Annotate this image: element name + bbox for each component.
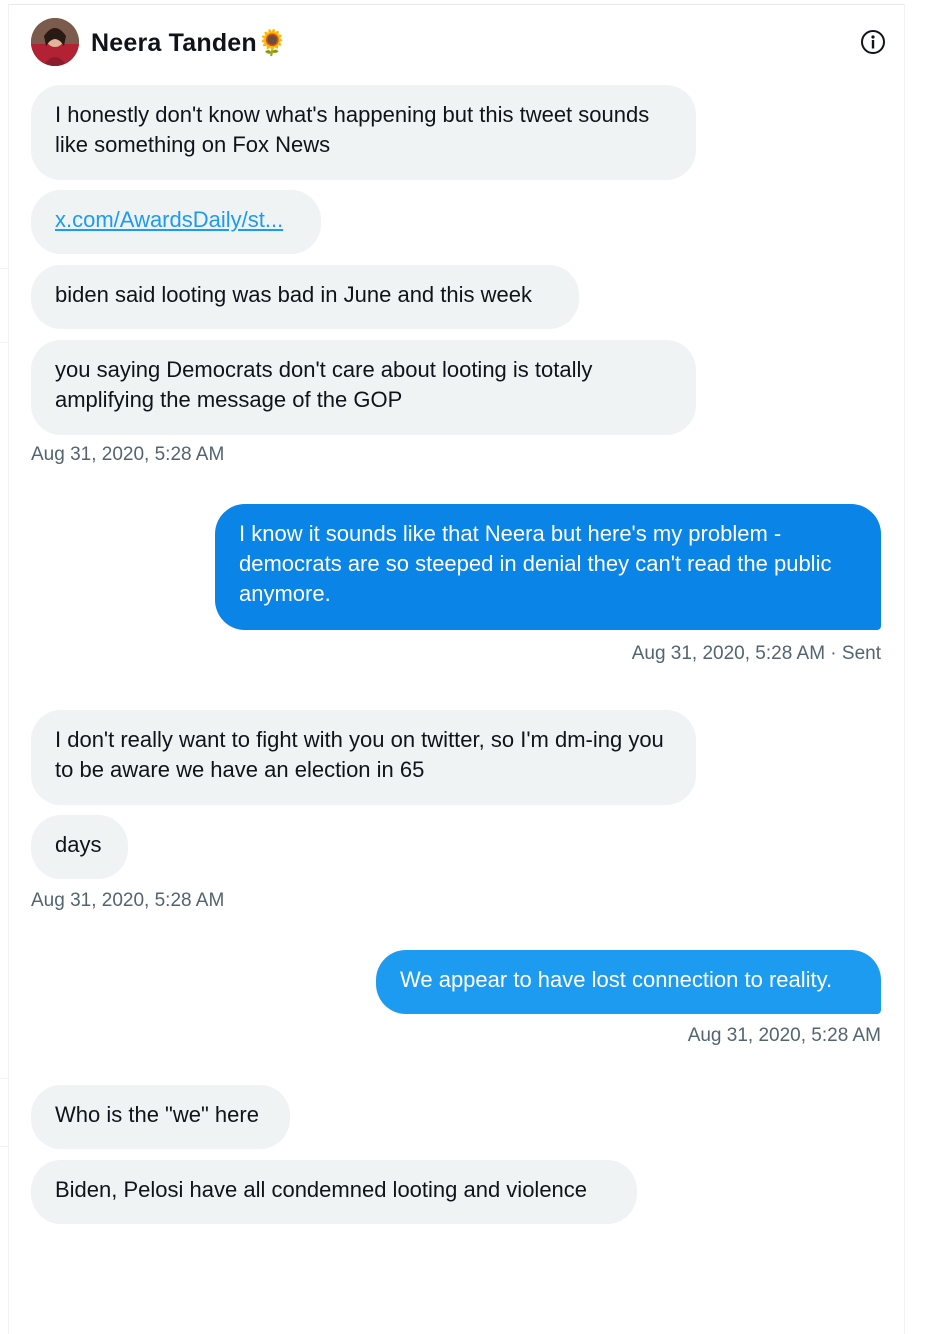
message-bubble-outgoing[interactable]: We appear to have lost connection to rea… [376,950,881,1014]
message-timestamp: Aug 31, 2020, 5:28 AM [687,1025,881,1046]
avatar[interactable] [31,18,79,66]
message-bubble-incoming[interactable]: Who is the "we" here [31,1085,290,1149]
sunflower-icon: 🌻 [256,29,289,57]
message-text: We appear to have lost connection to rea… [400,967,833,992]
message-text: you saying Democrats don't care about lo… [55,357,593,412]
message-bubble-incoming[interactable]: days [31,815,128,879]
conversation-header: Neera Tanden🌻 [31,18,886,70]
message-text: biden said looting was bad in June and t… [55,282,532,307]
message-bubble-outgoing[interactable]: I know it sounds like that Neera but her… [215,504,881,630]
divider [0,1078,8,1079]
divider [0,342,8,343]
message-text: days [55,832,102,857]
message-bubble-incoming[interactable]: you saying Democrats don't care about lo… [31,340,696,435]
divider [0,1146,8,1147]
contact-name[interactable]: Neera Tanden🌻 [91,29,288,58]
message-text: Biden, Pelosi have all condemned looting… [55,1177,588,1202]
message-timestamp: Aug 31, 2020, 5:28 AM [31,890,225,911]
message-link[interactable]: x.com/AwardsDaily/st... [55,207,283,232]
message-timestamp: Aug 31, 2020, 5:28 AM [31,444,225,465]
message-text: I honestly don't know what's happening b… [55,102,650,157]
message-bubble-incoming[interactable]: I honestly don't know what's happening b… [31,85,696,180]
message-text: I know it sounds like that Neera but her… [239,521,832,606]
message-bubble-incoming[interactable]: Biden, Pelosi have all condemned looting… [31,1160,637,1224]
message-bubble-incoming[interactable]: biden said looting was bad in June and t… [31,265,579,329]
message-text: I don't really want to fight with you on… [55,727,664,782]
info-circle-icon[interactable] [860,29,886,55]
message-text: Who is the "we" here [55,1102,259,1127]
divider [0,268,8,269]
message-bubble-incoming[interactable]: I don't really want to fight with you on… [31,710,696,805]
message-timestamp-sent: Aug 31, 2020, 5:28 AM · Sent [631,643,881,664]
message-bubble-incoming: x.com/AwardsDaily/st... [31,190,321,254]
contact-name-text: Neera Tanden [91,29,257,57]
